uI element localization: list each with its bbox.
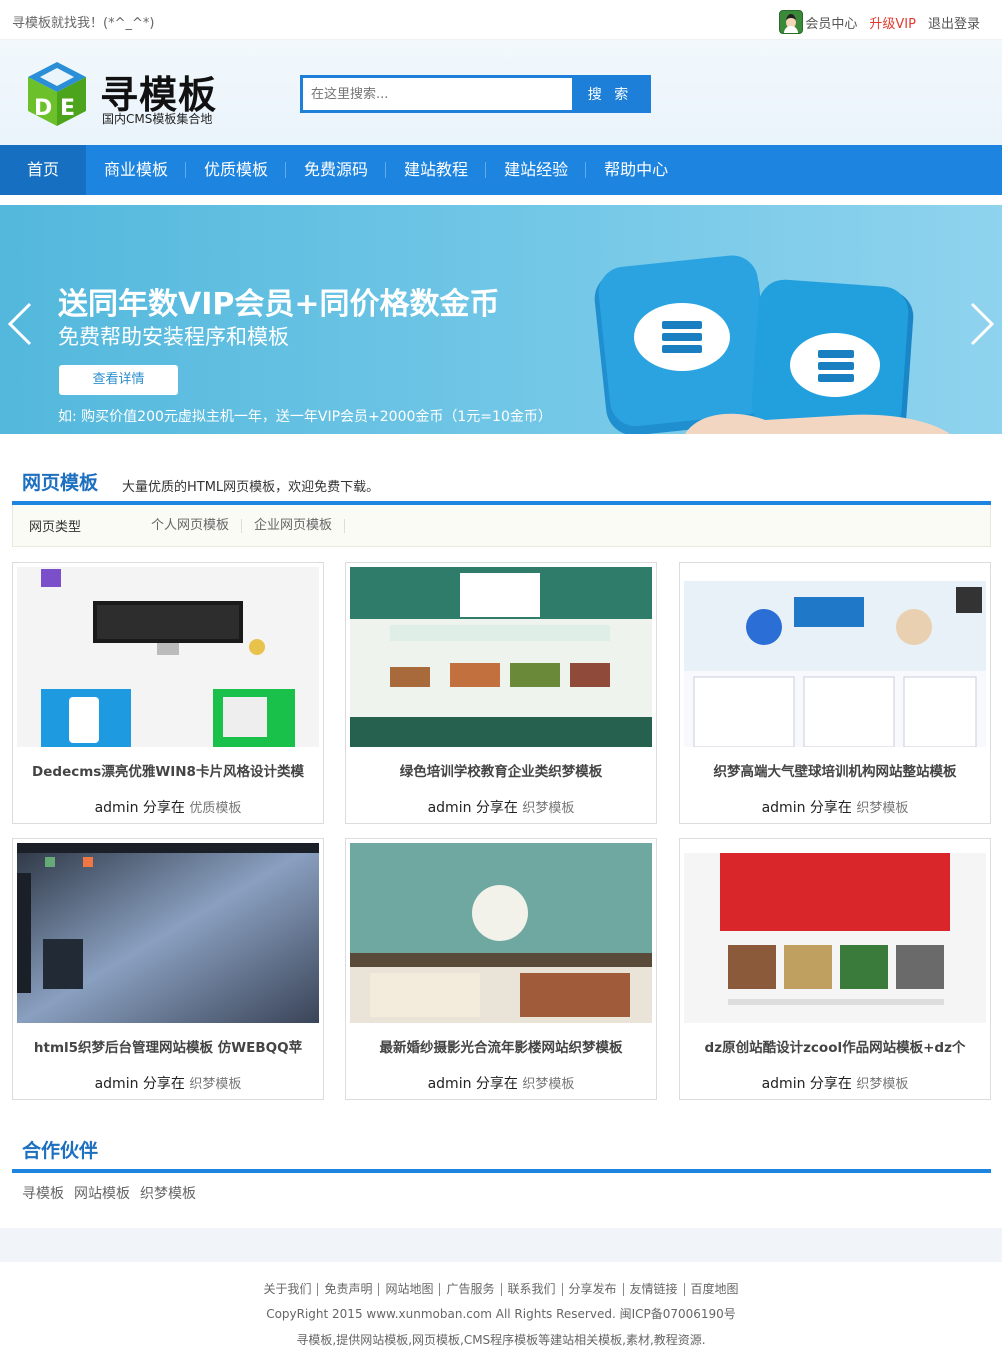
copyright-text: CopyRight 2015 www.xunmoban.com All Righ… <box>266 1307 736 1321</box>
template-thumbnail[interactable] <box>17 843 319 1023</box>
template-meta: admin 分享在 织梦模板 <box>427 800 575 816</box>
view-details-button[interactable]: 查看详情 <box>59 365 178 395</box>
partner-link[interactable]: 织梦模板 <box>140 1183 196 1203</box>
section-description: 大量优质的HTML网页模板，欢迎免费下载。 <box>122 480 380 495</box>
main-nav: 首页 商业模板 优质模板 免费源码 建站教程 建站经验 帮助中心 <box>0 145 1002 195</box>
template-thumbnail[interactable] <box>17 567 319 747</box>
filter-option-enterprise[interactable]: 企业网页模板 <box>242 518 346 533</box>
template-category[interactable]: 织梦模板 <box>522 1077 574 1092</box>
template-card[interactable]: Dedecms漂亮优雅WIN8卡片风格设计类模 admin 分享在 优质模板 <box>12 562 324 824</box>
template-title[interactable]: Dedecms漂亮优雅WIN8卡片风格设计类模 <box>13 760 323 780</box>
template-meta: admin 分享在 织梦模板 <box>761 1076 909 1092</box>
avatar <box>779 10 804 34</box>
template-category[interactable]: 织梦模板 <box>189 1077 241 1092</box>
template-category[interactable]: 织梦模板 <box>522 801 574 816</box>
site-logo[interactable]: D E 寻模板 国内CMS模板集合地 <box>26 60 236 130</box>
nav-item-free-source[interactable]: 免费源码 <box>286 145 387 195</box>
template-thumbnail[interactable] <box>350 843 652 1023</box>
search-button[interactable]: 搜 索 <box>572 78 648 110</box>
logout-link[interactable]: 退出登录 <box>928 13 980 32</box>
template-thumbnail[interactable] <box>684 843 986 1023</box>
footer-link-sitemap[interactable]: 网站地图 <box>379 1283 441 1296</box>
template-category[interactable]: 优质模板 <box>189 801 241 816</box>
template-meta: admin 分享在 织梦模板 <box>94 1076 242 1092</box>
banner-headline: 送同年数VIP会员+同价格数金币 <box>58 287 500 322</box>
upgrade-vip-link[interactable]: 升级VIP <box>869 13 916 32</box>
footer-link-contact[interactable]: 联系我们 <box>502 1283 563 1296</box>
logo-cube-icon: D E <box>28 62 86 126</box>
footer-link-disclaimer[interactable]: 免责声明 <box>318 1283 380 1296</box>
footer-link-publish[interactable]: 分享发布 <box>563 1283 624 1296</box>
template-card[interactable]: 绿色培训学校教育企业类织梦模板 admin 分享在 织梦模板 <box>345 562 657 824</box>
banner-subheadline: 免费帮助安装程序和模板 <box>58 325 289 349</box>
template-title[interactable]: 绿色培训学校教育企业类织梦模板 <box>346 760 656 780</box>
template-meta: admin 分享在 优质模板 <box>94 800 242 816</box>
template-title[interactable]: html5织梦后台管理网站模板 仿WEBQQ苹 <box>13 1036 323 1056</box>
greeting-text: 寻模板就找我！(*^_^*) <box>12 16 155 31</box>
partner-links: 寻模板 网站模板 织梦模板 <box>22 1183 196 1203</box>
section-title: 网页模板 <box>22 472 99 494</box>
template-thumbnail[interactable] <box>684 567 986 747</box>
nav-item-business-templates[interactable]: 商业模板 <box>86 145 187 195</box>
footer: 关于我们 免责声明 网站地图 广告服务 联系我们 分享发布 友情链接 百度地图 … <box>0 1283 1002 1348</box>
footer-links: 关于我们 免责声明 网站地图 广告服务 联系我们 分享发布 友情链接 百度地图 <box>0 1283 1002 1296</box>
template-card[interactable]: dz原创站酷设计zcool作品网站模板+dz个 admin 分享在 织梦模板 <box>679 838 991 1100</box>
template-title[interactable]: 最新婚纱摄影光合流年影楼网站织梦模板 <box>346 1036 656 1056</box>
partner-link[interactable]: 网站模板 <box>74 1183 130 1203</box>
nav-item-experience[interactable]: 建站经验 <box>486 145 587 195</box>
template-card[interactable]: 织梦高端大气壁球培训机构网站整站模板 admin 分享在 织梦模板 <box>679 562 991 824</box>
template-meta: admin 分享在 织梦模板 <box>761 800 909 816</box>
header: D E 寻模板 国内CMS模板集合地 搜 索 <box>0 40 1002 145</box>
promo-banner: 送同年数VIP会员+同价格数金币 免费帮助安装程序和模板 查看详情 如: 购买价… <box>0 205 1002 434</box>
section-title: 合作伙伴 <box>22 1140 99 1162</box>
footer-link-about[interactable]: 关于我们 <box>257 1283 319 1296</box>
search-box: 搜 索 <box>300 75 651 113</box>
member-center-link[interactable]: 会员中心 <box>805 13 857 32</box>
template-meta: admin 分享在 织梦模板 <box>427 1076 575 1092</box>
nav-item-tutorials[interactable]: 建站教程 <box>386 145 487 195</box>
banner-note: 如: 购买价值200元虚拟主机一年，送一年VIP会员+2000金币（1元=10金… <box>58 409 552 425</box>
top-bar: 寻模板就找我！(*^_^*) 会员中心 升级VIP 退出登录 <box>0 0 1002 40</box>
footer-description: 寻模板,提供网站模板,网页模板,CMS程序模板等建站相关模板,素材,教程资源. <box>296 1333 706 1347</box>
partner-link[interactable]: 寻模板 <box>22 1183 64 1203</box>
template-category[interactable]: 织梦模板 <box>856 801 908 816</box>
search-input[interactable] <box>303 78 572 110</box>
logo-slogan: 国内CMS模板集合地 <box>102 112 213 126</box>
template-category[interactable]: 织梦模板 <box>856 1077 908 1092</box>
chevron-left-icon[interactable] <box>6 300 34 348</box>
template-card[interactable]: 最新婚纱摄影光合流年影楼网站织梦模板 admin 分享在 织梦模板 <box>345 838 657 1100</box>
template-type-filter: 网页类型 个人网页模板 企业网页模板 <box>12 505 991 547</box>
template-title[interactable]: dz原创站酷设计zcool作品网站模板+dz个 <box>680 1036 990 1056</box>
nav-item-help-center[interactable]: 帮助中心 <box>586 145 686 195</box>
filter-option-personal[interactable]: 个人网页模板 <box>139 518 243 533</box>
partners-section-header: 合作伙伴 <box>12 1133 991 1173</box>
template-title[interactable]: 织梦高端大气壁球培训机构网站整站模板 <box>680 760 990 780</box>
chevron-right-icon[interactable] <box>968 300 996 348</box>
footer-link-ads[interactable]: 广告服务 <box>440 1283 502 1296</box>
footer-link-baidu-map[interactable]: 百度地图 <box>685 1283 745 1296</box>
section-divider <box>0 1228 1002 1262</box>
templates-section-header: 网页模板 大量优质的HTML网页模板，欢迎免费下载。 <box>12 465 991 505</box>
nav-item-quality-templates[interactable]: 优质模板 <box>186 145 287 195</box>
svg-text:D: D <box>34 96 52 121</box>
user-links: 会员中心 升级VIP 退出登录 <box>779 10 980 34</box>
cloud-server-illustration <box>594 255 950 434</box>
template-thumbnail[interactable] <box>350 567 652 747</box>
filter-label: 网页类型 <box>29 520 82 535</box>
svg-text:E: E <box>60 96 75 121</box>
nav-item-home[interactable]: 首页 <box>0 145 86 195</box>
footer-link-friends[interactable]: 友情链接 <box>624 1283 685 1296</box>
template-card[interactable]: html5织梦后台管理网站模板 仿WEBQQ苹 admin 分享在 织梦模板 <box>12 838 324 1100</box>
